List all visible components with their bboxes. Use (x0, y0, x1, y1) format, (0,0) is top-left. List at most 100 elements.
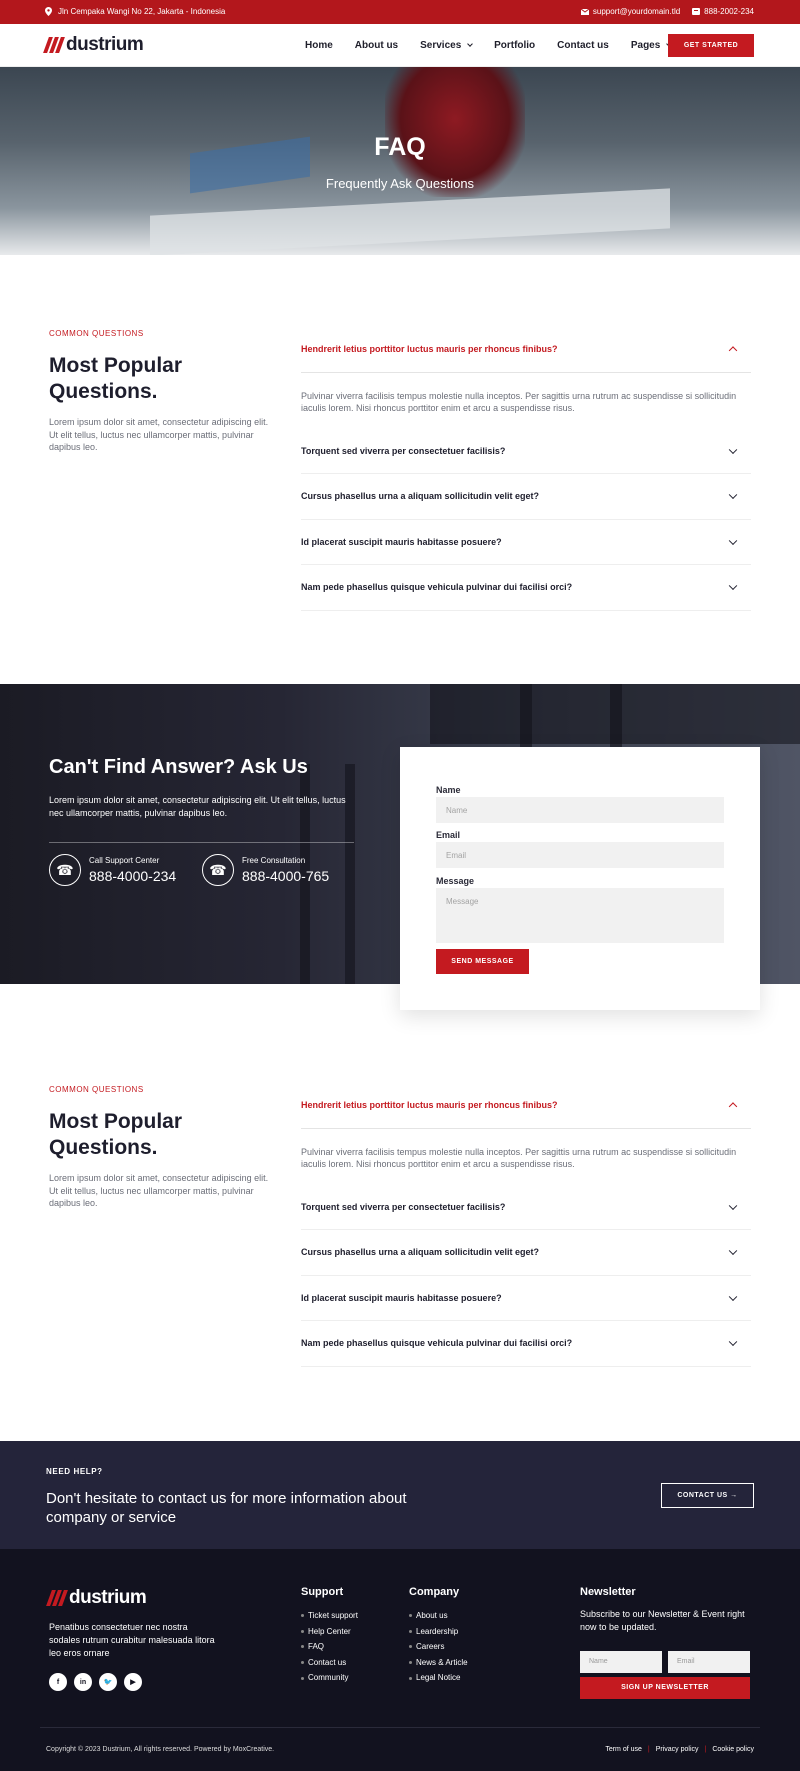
faq-question-text: Nam pede phasellus quisque vehicula pulv… (301, 1338, 573, 1349)
faq-question-text: Torquent sed viverra per consectetuer fa… (301, 1201, 506, 1212)
facebook-icon[interactable]: f (49, 1673, 67, 1691)
faq-question[interactable]: Cursus phasellus urna a aliquam sollicit… (301, 474, 751, 520)
email-input[interactable]: Email (436, 842, 724, 868)
nav-item-portfolio[interactable]: Portfolio (494, 40, 535, 51)
message-textarea[interactable]: Message (436, 888, 724, 943)
contact-us-button[interactable]: CONTACT US → (661, 1483, 754, 1508)
faq-question-text: Torquent sed viverra per consectetuer fa… (301, 445, 506, 456)
twitter-icon[interactable]: 🐦 (99, 1673, 117, 1691)
faq-question-text: Id placerat suscipit mauris habitasse po… (301, 536, 502, 547)
send-message-button[interactable]: SEND MESSAGE (436, 949, 529, 974)
social-links: f in 🐦 ▶ (49, 1673, 142, 1691)
consultation-number: 888-4000-765 (242, 868, 330, 884)
footer: dustrium Penatibus consectetuer nec nost… (0, 1549, 800, 1771)
nav-item-services[interactable]: Services (420, 40, 473, 51)
footer-about: Penatibus consectetuer nec nostra sodale… (49, 1622, 215, 1658)
phone-link[interactable]: 888-2002-234 (692, 7, 754, 16)
logo[interactable]: dustrium (43, 34, 144, 56)
hero-title: FAQ (374, 133, 426, 161)
call-support[interactable]: ☎ Call Support Center 888-4000-234 (49, 854, 176, 886)
footer-link[interactable]: News & Article (409, 1655, 468, 1671)
faq-question[interactable]: Id placerat suscipit mauris habitasse po… (301, 520, 751, 565)
need-help-section: NEED HELP? Don't hesitate to contact us … (0, 1441, 800, 1549)
chevron-down-icon (728, 1337, 738, 1347)
privacy-policy-link[interactable]: Privacy policy (656, 1746, 699, 1753)
footer-logo[interactable]: dustrium (46, 1587, 147, 1609)
faq-question-open[interactable]: Hendrerit letius porttitor luctus mauris… (301, 327, 751, 373)
newsletter-text: Subscribe to our Newsletter & Event righ… (580, 1609, 745, 1632)
navbar: dustrium Home About us Services Portfoli… (0, 24, 800, 67)
faq-question-text: Id placerat suscipit mauris habitasse po… (301, 1292, 502, 1303)
faq-question[interactable]: Nam pede phasellus quisque vehicula pulv… (301, 565, 751, 611)
nav-item-services-label: Services (420, 40, 462, 51)
linkedin-icon[interactable]: in (74, 1673, 92, 1691)
need-help-text: Don't hesitate to contact us for more in… (46, 1490, 407, 1526)
name-input[interactable]: Name (436, 797, 724, 823)
message-label: Message (436, 876, 475, 886)
faq-question-open[interactable]: Hendrerit letius porttitor luctus mauris… (301, 1083, 751, 1129)
divider (49, 842, 354, 843)
youtube-icon[interactable]: ▶ (124, 1673, 142, 1691)
footer-link[interactable]: Careers (409, 1639, 468, 1655)
newsletter-name-input[interactable]: Name (580, 1651, 662, 1673)
cookie-policy-link[interactable]: Cookie policy (712, 1746, 754, 1753)
hero-subtitle: Frequently Ask Questions (325, 176, 475, 191)
chevron-down-icon (728, 490, 738, 500)
nav-item-home[interactable]: Home (305, 40, 333, 51)
get-started-button[interactable]: GET STARTED (668, 34, 754, 57)
footer-link[interactable]: Community (301, 1670, 358, 1686)
nav-item-pages[interactable]: Pages (631, 40, 672, 51)
chevron-down-icon (728, 1201, 738, 1210)
email-text: support@yourdomain.tld (592, 7, 681, 16)
footer-support-title: Support (301, 1586, 344, 1598)
newsletter-email-input[interactable]: Email (668, 1651, 750, 1673)
footer-support-column: Support Ticket support Help Center FAQ C… (301, 1586, 358, 1686)
address: Jln Cempaka Wangi No 22, Jakarta - Indon… (45, 7, 225, 16)
signup-newsletter-button[interactable]: SIGN UP NEWSLETTER (580, 1677, 750, 1699)
top-bar: Jln Cempaka Wangi No 22, Jakarta - Indon… (0, 0, 800, 24)
location-pin-icon (45, 7, 52, 16)
faq-question-text: Hendrerit letius porttitor luctus mauris… (301, 344, 558, 355)
footer-company-title: Company (409, 1586, 460, 1598)
faq-question[interactable]: Cursus phasellus urna a aliquam sollicit… (301, 1230, 751, 1276)
faq-question-text: Nam pede phasellus quisque vehicula pulv… (301, 582, 573, 593)
footer-link[interactable]: Leardership (409, 1624, 468, 1640)
footer-link[interactable]: Ticket support (301, 1608, 358, 1624)
faq-question[interactable]: Torquent sed viverra per consectetuer fa… (301, 429, 751, 474)
phone-icon: ☎ (202, 854, 234, 886)
chevron-down-icon (728, 445, 738, 454)
email-link[interactable]: support@yourdomain.tld (580, 7, 681, 16)
email-label: Email (436, 830, 461, 840)
contact-description: Lorem ipsum dolor sit amet, consectetur … (49, 795, 346, 818)
call-support-number: 888-4000-234 (89, 868, 177, 884)
faq-title: Most Popular Questions. (49, 354, 183, 403)
faq-question-text: Hendrerit letius porttitor luctus mauris… (301, 1100, 558, 1111)
chevron-down-icon (728, 1292, 738, 1301)
faq-question[interactable]: Nam pede phasellus quisque vehicula pulv… (301, 1321, 751, 1367)
footer-link[interactable]: Legal Notice (409, 1670, 468, 1686)
contact-form: Name Name Email Email Message Message SE… (400, 747, 760, 1010)
nav-item-contact[interactable]: Contact us (557, 40, 609, 51)
footer-link[interactable]: Contact us (301, 1655, 358, 1671)
phone-icon (692, 8, 701, 15)
faq-question[interactable]: Id placerat suscipit mauris habitasse po… (301, 1276, 751, 1321)
footer-link[interactable]: FAQ (301, 1639, 358, 1655)
faq-question[interactable]: Torquent sed viverra per consectetuer fa… (301, 1185, 751, 1230)
faq-description: Lorem ipsum dolor sit amet, consectetur … (49, 417, 269, 452)
faq-title: Most Popular Questions. (49, 1110, 183, 1159)
footer-link[interactable]: Help Center (301, 1624, 358, 1640)
chevron-up-icon (728, 346, 738, 355)
nav-item-about[interactable]: About us (355, 40, 398, 51)
free-consultation[interactable]: ☎ Free Consultation 888-4000-765 (202, 854, 329, 886)
consultation-label: Free Consultation (242, 856, 306, 865)
phone-icon: ☎ (49, 854, 81, 886)
term-of-use-link[interactable]: Term of use (605, 1746, 642, 1753)
footer-link[interactable]: About us (409, 1608, 468, 1624)
logo-mark-icon (43, 37, 65, 53)
faq-tag: COMMON QUESTIONS (49, 329, 144, 338)
footer-newsletter-column: Newsletter Subscribe to our Newsletter &… (580, 1586, 760, 1643)
name-label: Name (436, 785, 461, 795)
contact-title: Can't Find Answer? Ask Us (49, 756, 308, 778)
call-support-label: Call Support Center (89, 856, 160, 865)
chevron-down-icon (467, 41, 473, 47)
